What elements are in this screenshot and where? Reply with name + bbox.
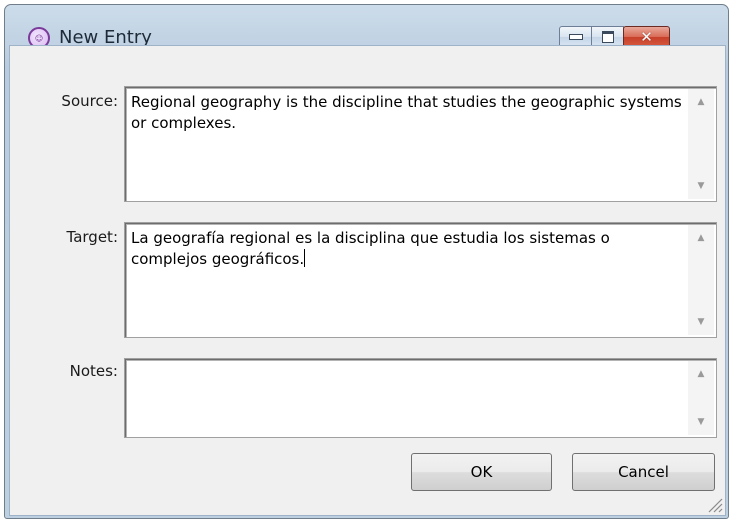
scroll-up-arrow-icon[interactable]: ▲ bbox=[688, 227, 714, 249]
text-caret bbox=[304, 249, 306, 267]
dialog-window: ☺ New Entry ✕ Source: Regional geography… bbox=[4, 4, 729, 519]
scroll-up-arrow-icon[interactable]: ▲ bbox=[688, 363, 714, 385]
notes-label: Notes: bbox=[69, 362, 118, 380]
notes-scrollbar[interactable]: ▲ ▼ bbox=[688, 361, 714, 435]
scroll-down-arrow-icon[interactable]: ▼ bbox=[688, 175, 714, 197]
target-text: La geografía regional es la disciplina q… bbox=[131, 228, 682, 270]
resize-grip-icon[interactable] bbox=[703, 493, 723, 513]
target-text-value: La geografía regional es la disciplina q… bbox=[131, 229, 615, 268]
source-label: Source: bbox=[61, 92, 118, 110]
source-scrollbar[interactable]: ▲ ▼ bbox=[688, 89, 714, 199]
source-textarea[interactable]: Regional geography is the discipline tha… bbox=[124, 86, 717, 202]
notes-textarea[interactable]: ▲ ▼ bbox=[124, 358, 717, 438]
minimize-icon bbox=[568, 34, 583, 40]
target-scrollbar[interactable]: ▲ ▼ bbox=[688, 225, 714, 335]
target-textarea[interactable]: La geografía regional es la disciplina q… bbox=[124, 222, 717, 338]
close-icon: ✕ bbox=[640, 27, 653, 46]
maximize-icon bbox=[601, 31, 614, 43]
scroll-down-arrow-icon[interactable]: ▼ bbox=[688, 411, 714, 433]
cancel-button[interactable]: Cancel bbox=[572, 453, 715, 491]
dialog-body: Source: Regional geography is the discip… bbox=[9, 45, 726, 516]
source-text: Regional geography is the discipline tha… bbox=[131, 93, 687, 132]
title-bar[interactable]: ☺ New Entry ✕ bbox=[5, 5, 728, 49]
target-label: Target: bbox=[66, 228, 118, 246]
scroll-up-arrow-icon[interactable]: ▲ bbox=[688, 91, 714, 113]
scroll-down-arrow-icon[interactable]: ▼ bbox=[688, 311, 714, 333]
ok-button[interactable]: OK bbox=[411, 453, 552, 491]
